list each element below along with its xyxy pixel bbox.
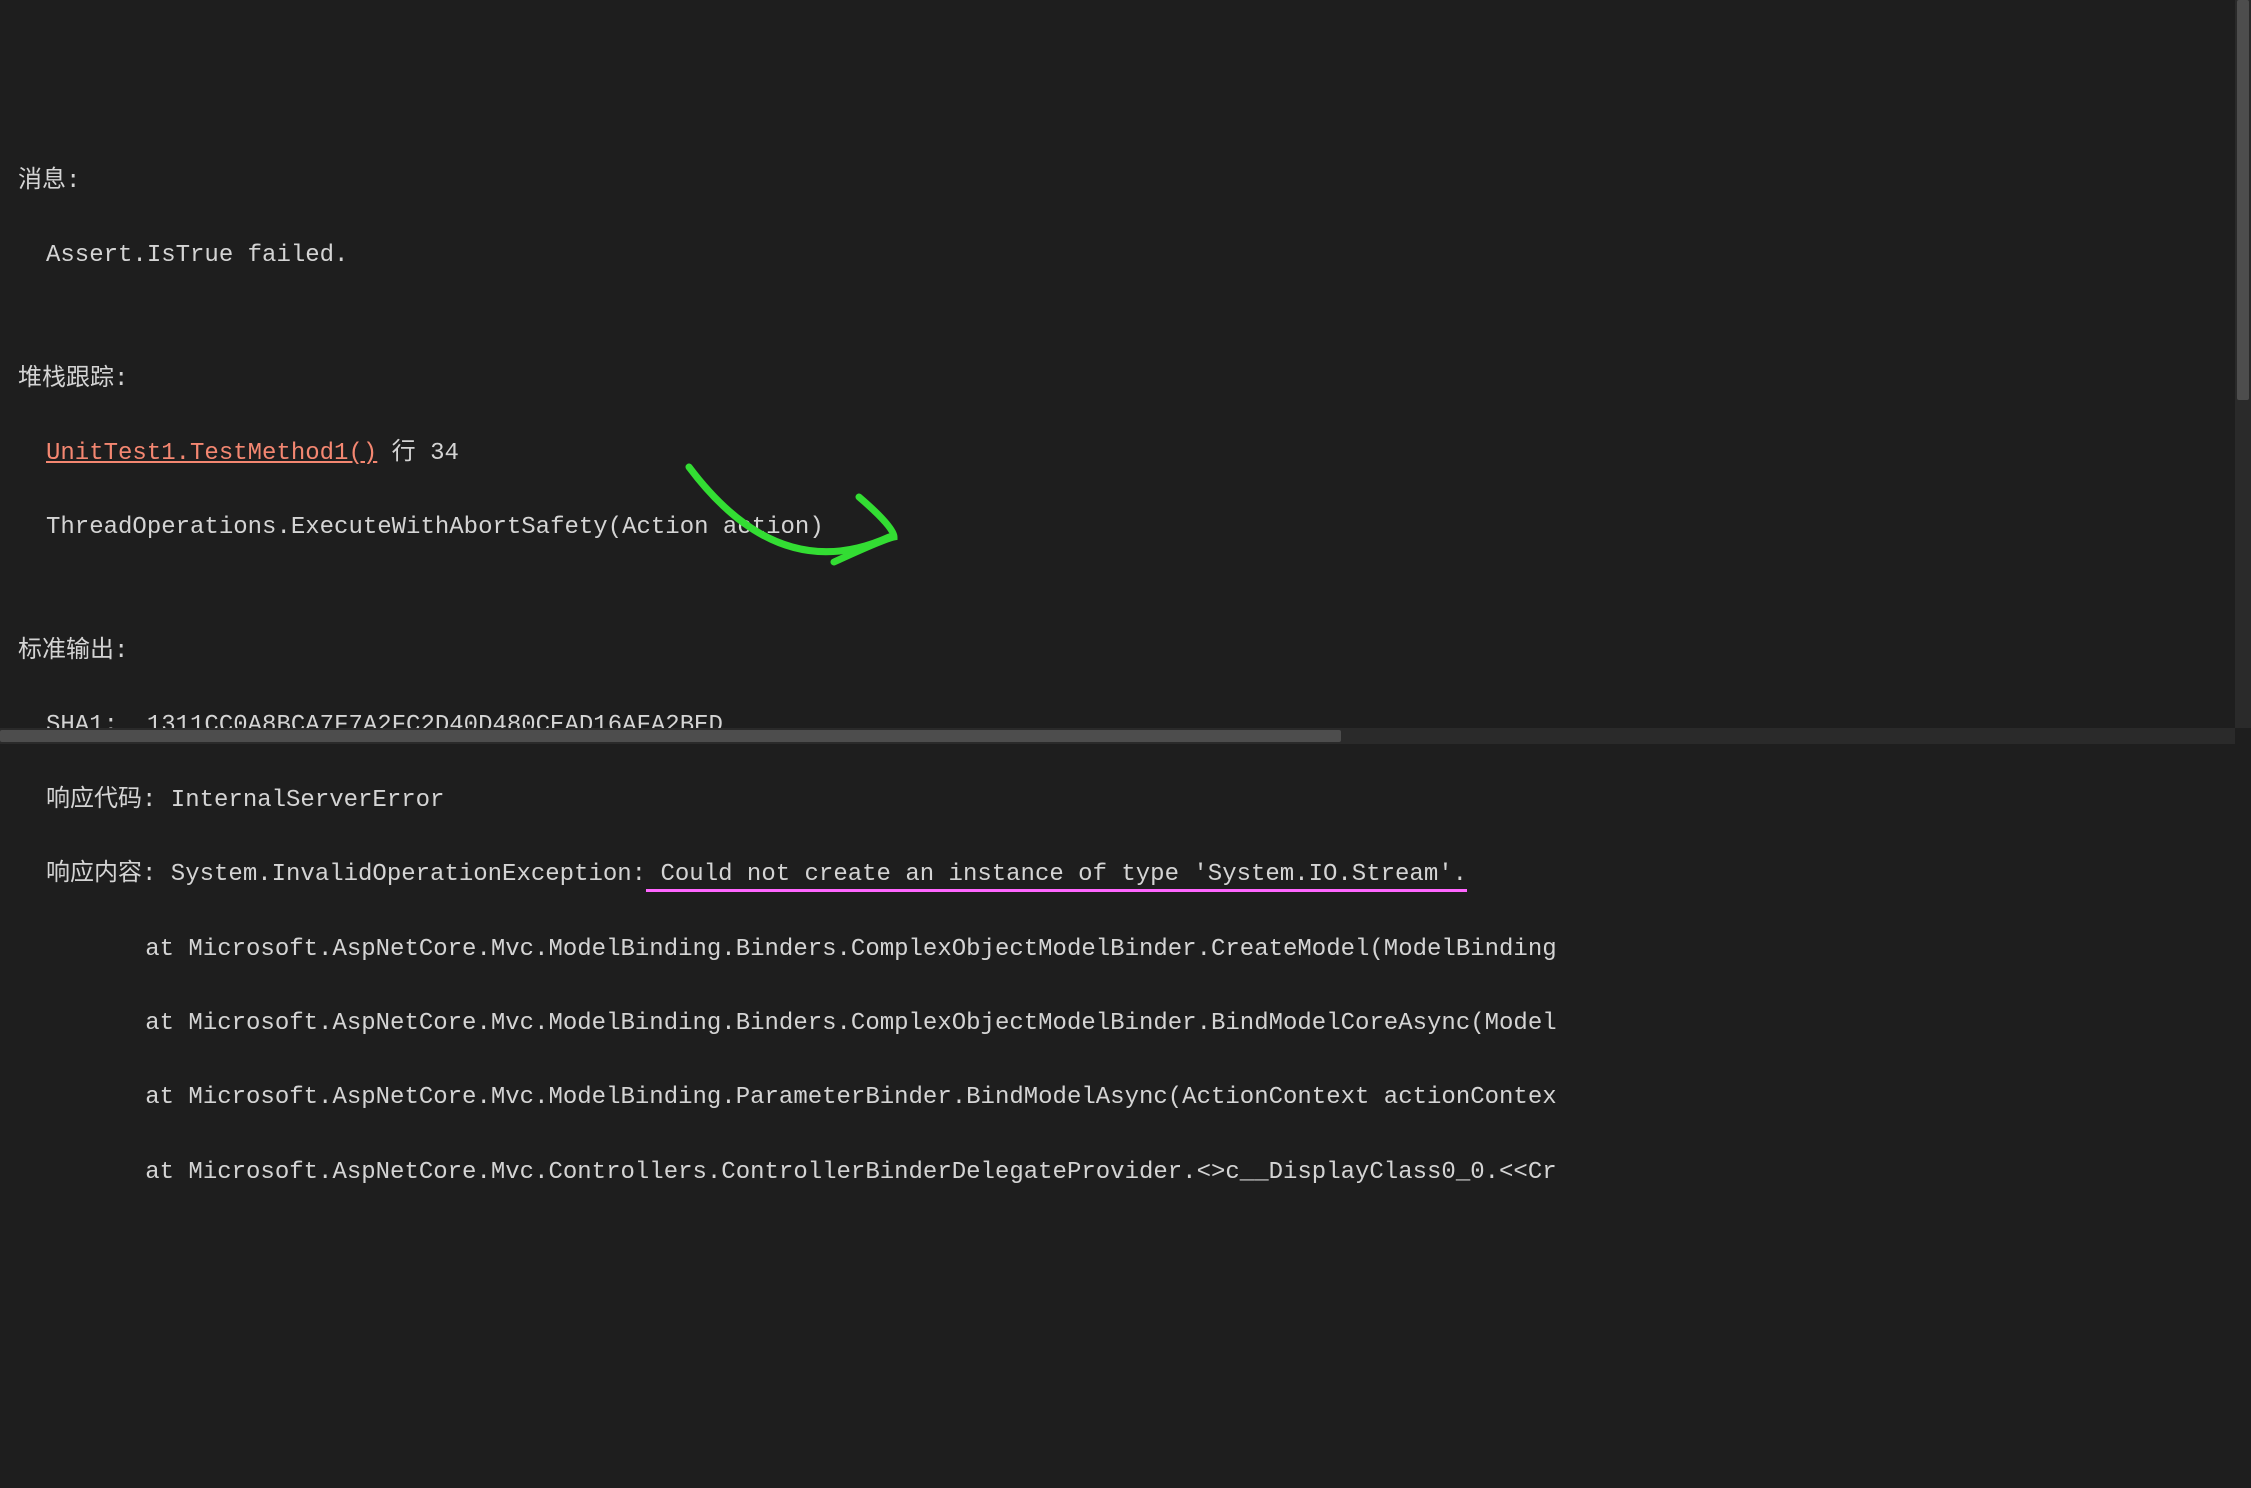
message-body: Assert.IsTrue failed. xyxy=(18,237,2233,274)
stdout-resp-content: 响应内容: System.InvalidOperationException: … xyxy=(18,856,2233,893)
stdout-trace-0: at Microsoft.AspNetCore.Mvc.ModelBinding… xyxy=(18,931,2233,968)
stdout-trace-1: at Microsoft.AspNetCore.Mvc.ModelBinding… xyxy=(18,1005,2233,1042)
stdout-trace-2: at Microsoft.AspNetCore.Mvc.ModelBinding… xyxy=(18,1079,2233,1116)
resp-content-highlight: Could not create an instance of type 'Sy… xyxy=(646,861,1467,892)
stacktrace-link[interactable]: UnitTest1.TestMethod1() xyxy=(46,440,377,467)
stdout-header: 标准输出: xyxy=(18,633,2233,670)
stacktrace-header: 堆栈跟踪: xyxy=(18,361,2233,398)
scrollbar-vertical[interactable] xyxy=(2235,0,2251,728)
spacer xyxy=(18,584,2233,596)
message-header: 消息: xyxy=(18,163,2233,200)
resp-content-prefix: 响应内容: System.InvalidOperationException: xyxy=(46,861,646,888)
spacer xyxy=(18,312,2233,324)
stacktrace-line-1: UnitTest1.TestMethod1() 行 34 xyxy=(18,435,2233,472)
scrollbar-horizontal-thumb[interactable] xyxy=(0,730,1341,742)
stdout-trace-3: at Microsoft.AspNetCore.Mvc.Controllers.… xyxy=(18,1154,2233,1191)
stacktrace-line-suffix: 行 34 xyxy=(377,440,459,467)
stdout-resp-code: 响应代码: InternalServerError xyxy=(18,782,2233,819)
scrollbar-vertical-thumb[interactable] xyxy=(2237,0,2249,400)
stacktrace-line-2: ThreadOperations.ExecuteWithAbortSafety(… xyxy=(18,509,2233,546)
scrollbar-horizontal[interactable] xyxy=(0,728,2235,744)
